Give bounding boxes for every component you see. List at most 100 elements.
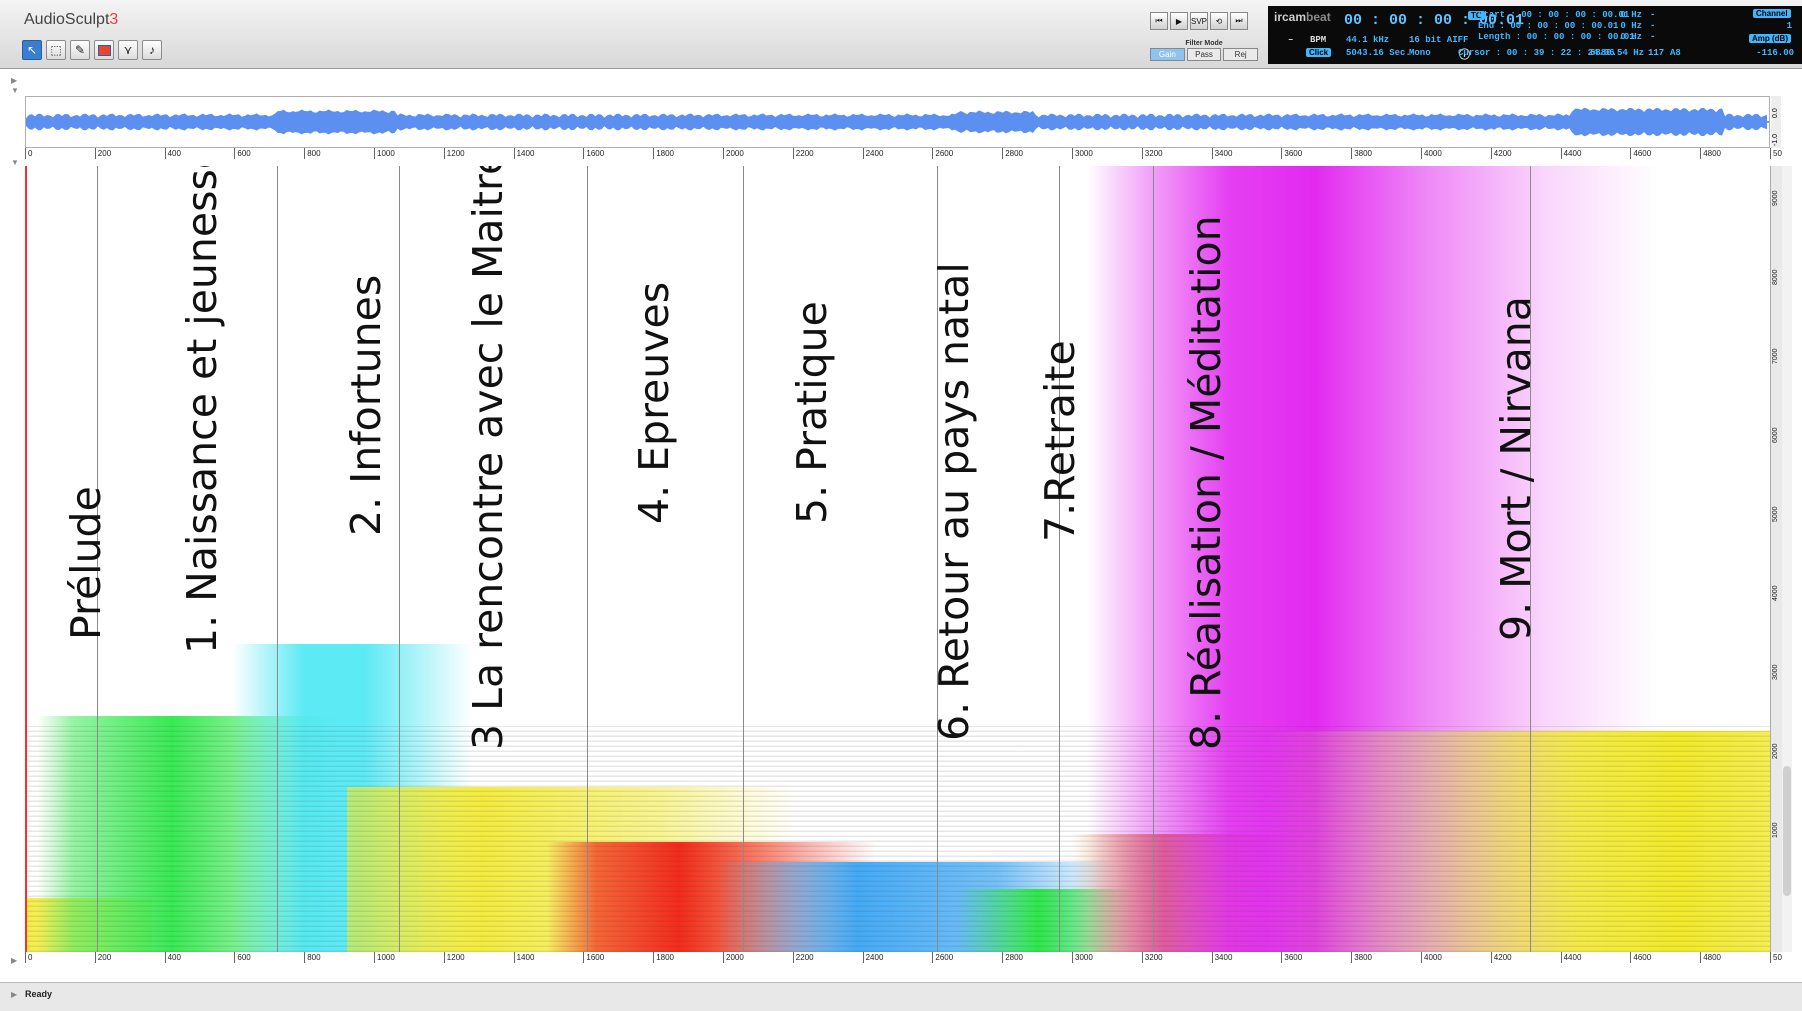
filter-mode: Filter Mode Gain Pass Rej bbox=[1150, 40, 1259, 61]
scroll-thumb[interactable] bbox=[1783, 766, 1791, 896]
section-marker[interactable] bbox=[587, 166, 588, 952]
collapse-bottom-icon[interactable]: ▶ bbox=[11, 956, 17, 965]
skip-forward-button[interactable]: ⏭ bbox=[1230, 12, 1248, 30]
section-marker[interactable] bbox=[277, 166, 278, 952]
channel-value: 1 bbox=[1786, 21, 1792, 31]
ruler-tick: 2400 bbox=[862, 148, 883, 159]
ruler-tick: 200 bbox=[94, 148, 111, 159]
loop-button[interactable]: ⟲ bbox=[1210, 12, 1228, 30]
status-text: Ready bbox=[25, 989, 53, 999]
marquee-select-icon[interactable]: ⬚ bbox=[46, 40, 66, 60]
freq-tick: 8000 bbox=[1772, 269, 1779, 285]
ruler-tick: 3400 bbox=[1211, 148, 1232, 159]
ruler-tick: 2200 bbox=[792, 148, 814, 159]
section-marker[interactable] bbox=[743, 166, 744, 952]
ruler-tick: 2600 bbox=[932, 148, 953, 159]
ruler-tick: 3000 bbox=[1072, 952, 1093, 963]
freq-tick: 7000 bbox=[1772, 348, 1779, 364]
spectrogram-view[interactable]: Prélude 1. Naissance et jeunesse 2. Infort… bbox=[25, 166, 1782, 952]
section-label: 4. Epreuves bbox=[630, 281, 678, 524]
filter-icon[interactable]: ⋎ bbox=[118, 40, 138, 60]
ruler-tick: 3600 bbox=[1281, 148, 1302, 159]
svp-button[interactable]: SVP bbox=[1190, 12, 1208, 30]
ircam-logo: ircambeat bbox=[1274, 10, 1331, 24]
freq-tick: 9000 bbox=[1772, 190, 1779, 206]
section-label: 5. Pratique bbox=[788, 301, 836, 524]
ruler-tick: 4800 bbox=[1700, 952, 1721, 963]
ruler-tick: 1000 bbox=[374, 148, 395, 159]
ruler-tick: 2800 bbox=[1002, 148, 1023, 159]
end-hz: 0 Hz bbox=[1620, 21, 1642, 31]
ruler-tick: 1200 bbox=[443, 148, 465, 159]
cursor-note: A8 bbox=[1670, 48, 1681, 58]
end-time: End : 00 : 00 : 00 : 00.01 bbox=[1478, 21, 1619, 31]
length-extra: - bbox=[1650, 32, 1656, 42]
freq-tick: 3000 bbox=[1772, 664, 1779, 680]
wave-scale: 0.0 -1.0 bbox=[1771, 96, 1781, 148]
ruler-tick: 0 bbox=[25, 148, 32, 159]
click-button[interactable]: Click bbox=[1306, 48, 1332, 57]
section-label: Prélude bbox=[62, 486, 110, 640]
channel-label[interactable]: Channel bbox=[1753, 9, 1791, 18]
cursor-time: Cursor : 00 : 39 : 22 : 24.06 bbox=[1458, 48, 1615, 58]
ruler-tick: 3200 bbox=[1141, 148, 1163, 159]
ruler-tick: 400 bbox=[164, 952, 181, 963]
ruler-tick: 2000 bbox=[723, 148, 744, 159]
expand-triangle-icon[interactable]: ▼ bbox=[11, 86, 19, 95]
length-hz: 0 Hz bbox=[1620, 32, 1642, 42]
section-label: 8. Réalisation / Méditation bbox=[1182, 215, 1230, 750]
color-rectangle-icon[interactable] bbox=[94, 40, 114, 60]
wave-scale-bottom: -1.0 bbox=[1772, 133, 1779, 146]
ruler-tick: 400 bbox=[164, 148, 181, 159]
app-title: AudioSculpt3 bbox=[24, 11, 119, 28]
section-marker[interactable] bbox=[1153, 166, 1154, 952]
ruler-tick: 2400 bbox=[862, 952, 883, 963]
freq-tick: 5000 bbox=[1772, 506, 1779, 522]
pencil-icon[interactable]: ✎ bbox=[70, 40, 90, 60]
ruler-tick: 4400 bbox=[1560, 148, 1581, 159]
ruler-tick: 4400 bbox=[1560, 952, 1581, 963]
ruler-tick: 3400 bbox=[1211, 952, 1232, 963]
ruler-tick: 600 bbox=[234, 952, 251, 963]
filter-gain-button[interactable]: Gain bbox=[1150, 48, 1185, 61]
freq-tick: 2000 bbox=[1772, 743, 1779, 759]
status-bar: ▶ Ready bbox=[0, 982, 1802, 1011]
ruler-tick: 800 bbox=[304, 148, 321, 159]
section-marker[interactable] bbox=[399, 166, 400, 952]
time-ruler-bottom[interactable]: 0 200 400 600 800 1000 1200 1400 1600 1800 2000 220… bbox=[25, 952, 1782, 963]
ruler-tick: 4200 bbox=[1490, 148, 1512, 159]
skip-back-button[interactable]: ⏮ bbox=[1150, 12, 1168, 30]
vertical-scrollbar[interactable] bbox=[1782, 166, 1792, 952]
channels: Mono bbox=[1409, 48, 1431, 58]
play-button[interactable]: ▶ bbox=[1170, 12, 1188, 30]
ruler-tick: 200 bbox=[94, 952, 111, 963]
filter-reject-button[interactable]: Rej bbox=[1223, 48, 1259, 61]
expand-spectrogram-icon[interactable]: ▼ bbox=[11, 158, 19, 167]
waveform-view[interactable] bbox=[25, 96, 1770, 148]
collapse-triangle-icon[interactable]: ▶ bbox=[11, 76, 17, 85]
bpm-label: BPM bbox=[1310, 35, 1327, 45]
ruler-tick: 3000 bbox=[1072, 148, 1093, 159]
section-marker[interactable] bbox=[1059, 166, 1060, 952]
ruler-tick: 4000 bbox=[1421, 952, 1442, 963]
ruler-tick: 50 bbox=[1770, 148, 1782, 159]
time-ruler-top[interactable]: 0 200 400 600 800 1000 1200 1400 1600 1800 2000 220… bbox=[25, 148, 1782, 159]
start-extra: - bbox=[1650, 10, 1656, 20]
section-label: 1. Naissance et jeunesse bbox=[178, 166, 226, 654]
note-icon[interactable]: ♪ bbox=[142, 40, 162, 60]
sample-rate: 44.1 kHz bbox=[1346, 35, 1390, 45]
selection-arrow-icon[interactable]: ↖ bbox=[22, 40, 42, 60]
ruler-tick: 1400 bbox=[513, 952, 534, 963]
status-triangle-icon[interactable]: ▶ bbox=[11, 990, 17, 999]
ruler-tick: 3800 bbox=[1351, 952, 1372, 963]
ruler-tick: 4800 bbox=[1700, 148, 1721, 159]
ruler-tick: 2000 bbox=[723, 952, 744, 963]
ruler-tick: 4200 bbox=[1490, 952, 1512, 963]
filter-mode-label: Filter Mode bbox=[1185, 40, 1223, 47]
end-extra: - bbox=[1650, 21, 1656, 31]
amp-label[interactable]: Amp (dB) bbox=[1749, 34, 1791, 43]
length-time: Length : 00 : 00 : 00 : 00.01 bbox=[1478, 32, 1635, 42]
amp-value: -116.00 bbox=[1756, 48, 1794, 58]
filter-pass-button[interactable]: Pass bbox=[1186, 48, 1222, 61]
spectral-noise bbox=[27, 726, 1782, 952]
